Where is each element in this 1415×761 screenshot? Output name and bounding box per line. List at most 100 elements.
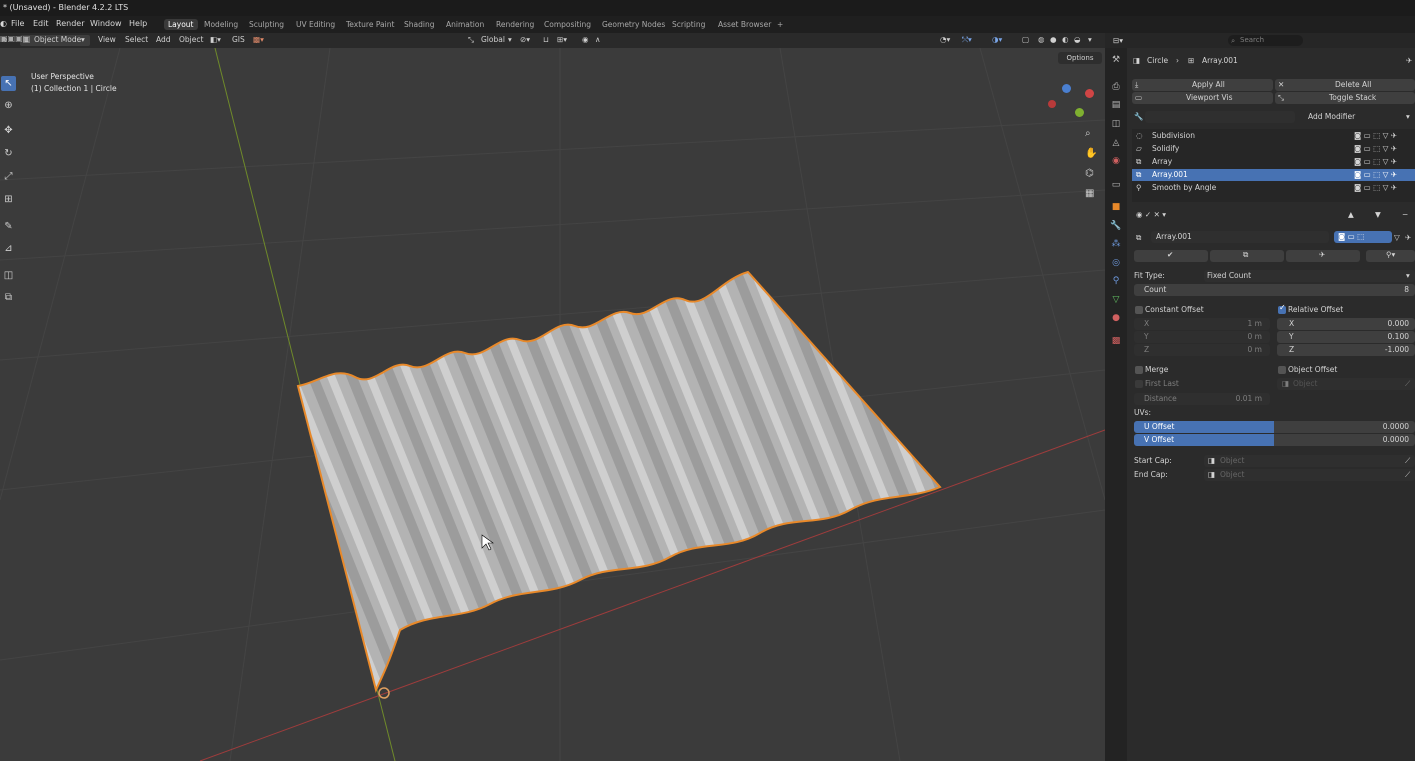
filter-icons[interactable]: ◉ ✓ ✕ ▾ bbox=[1136, 210, 1166, 219]
object-offset-checkbox[interactable] bbox=[1278, 366, 1286, 374]
gizmo-icon[interactable]: ⤲▾ bbox=[962, 35, 972, 45]
end-cap-field[interactable]: ◨ Object ⟋ bbox=[1204, 469, 1415, 481]
xray-icon[interactable]: ▢ bbox=[1022, 35, 1029, 44]
overlays-icon[interactable]: ◑▾ bbox=[992, 35, 1002, 44]
tool-tab-icon[interactable]: ⚒ bbox=[1110, 54, 1122, 66]
list-item[interactable]: ⧉ Array ◙ ▭ ⬚ ▽ ✈ bbox=[1132, 156, 1415, 168]
constant-offset-z[interactable]: Z 0 m bbox=[1134, 344, 1270, 356]
count-field[interactable]: Count 8 bbox=[1134, 284, 1415, 296]
shading-material-icon[interactable]: ◐ bbox=[1062, 35, 1069, 44]
snap-icon[interactable]: ⊔ bbox=[543, 35, 549, 44]
tab-animation[interactable]: Animation bbox=[446, 20, 484, 29]
u-offset-field[interactable]: U Offset 0.0000 bbox=[1134, 421, 1415, 433]
menu-select[interactable]: Select bbox=[125, 35, 148, 44]
add-cube-tool-icon[interactable]: ◫ bbox=[1, 268, 16, 283]
list-item[interactable]: ⧉ Array.001 ◙ ▭ ⬚ ▽ ✈ bbox=[1132, 169, 1415, 181]
edit-cage-icon[interactable]: ▽ bbox=[1394, 233, 1400, 242]
relative-offset-z[interactable]: Z -1.000 bbox=[1277, 344, 1415, 356]
modifier-tab-icon[interactable]: 🔧 bbox=[1110, 220, 1122, 232]
eyedropper-icon[interactable]: ⟋ bbox=[1405, 456, 1410, 466]
roof-tile-mesh[interactable] bbox=[296, 270, 942, 693]
visibility-toggle-icons[interactable]: ◙ ▭ ⬚ ▽ ✈ bbox=[1354, 157, 1397, 166]
search-input[interactable]: ⌕ Search bbox=[1228, 35, 1303, 46]
collection-tab-icon[interactable]: ▭ bbox=[1110, 179, 1122, 191]
scene-tab-icon[interactable]: ◬ bbox=[1110, 137, 1122, 149]
data-tab-icon[interactable]: ▽ bbox=[1110, 294, 1122, 306]
toggle-stack-button[interactable]: ⤡ Toggle Stack bbox=[1275, 92, 1415, 104]
neg-x-axis-icon[interactable] bbox=[1048, 100, 1056, 108]
visibility-toggle-icons[interactable]: ◙ ▭ ⬚ ▽ ✈ bbox=[1354, 144, 1397, 153]
v-offset-field[interactable]: V Offset 0.0000 bbox=[1134, 434, 1415, 446]
constant-offset-checkbox[interactable] bbox=[1135, 306, 1143, 314]
list-item[interactable]: ◌ Subdivision ◙ ▭ ⬚ ▽ ✈ bbox=[1132, 130, 1415, 142]
camera-view-icon[interactable]: ⌬ bbox=[1085, 168, 1094, 179]
tab-compositing[interactable]: Compositing bbox=[544, 20, 591, 29]
menu-object[interactable]: Object bbox=[179, 35, 203, 44]
start-cap-field[interactable]: ◨ Object ⟋ bbox=[1204, 455, 1415, 467]
orientation-dropdown[interactable]: Global bbox=[481, 35, 505, 44]
modifier-visibility-toggles[interactable]: ◙ ▭ ⬚ bbox=[1334, 231, 1392, 243]
constant-offset-x[interactable]: X 1 m bbox=[1134, 318, 1270, 330]
offset-object-field[interactable]: ◨ Object ⟋ bbox=[1277, 378, 1415, 390]
pivot-icon[interactable]: ⊘▾ bbox=[520, 35, 530, 44]
add-object-tool-icon[interactable]: ⧉ bbox=[1, 290, 16, 305]
breadcrumb-modifier[interactable]: Array.001 bbox=[1202, 56, 1238, 65]
tab-scripting[interactable]: Scripting bbox=[672, 20, 705, 29]
menu-render[interactable]: Render bbox=[56, 19, 84, 28]
cursor-tool-icon[interactable]: ⊕ bbox=[1, 98, 16, 113]
constant-offset-y[interactable]: Y 0 m bbox=[1134, 331, 1270, 343]
duplicate-button[interactable]: ⧉ bbox=[1210, 250, 1284, 262]
select-tool-icon[interactable]: ↖ bbox=[1, 76, 16, 91]
tab-asset-browser[interactable]: Asset Browser bbox=[718, 20, 771, 29]
viewport-vis-button[interactable]: ▭ Viewport Vis bbox=[1132, 92, 1273, 104]
editor-type-icon[interactable]: ⊟▾ bbox=[1113, 36, 1123, 45]
merge-checkbox[interactable] bbox=[1135, 366, 1143, 374]
apply-button[interactable]: ✔ bbox=[1134, 250, 1208, 262]
zoom-icon[interactable]: ⌕ bbox=[1085, 128, 1091, 139]
material-tab-icon[interactable]: ● bbox=[1110, 312, 1122, 324]
pan-hand-icon[interactable]: ✋ bbox=[1085, 148, 1097, 159]
annotate-tool-icon[interactable]: ✎ bbox=[1, 219, 16, 234]
copy-to-selected-button[interactable]: ✈ bbox=[1286, 250, 1360, 262]
remove-icon[interactable]: − bbox=[1402, 210, 1408, 219]
menu-edit[interactable]: Edit bbox=[33, 19, 49, 28]
blender-logo-icon[interactable]: ◐ bbox=[0, 19, 7, 28]
merge-distance-field[interactable]: Distance 0.01 m bbox=[1134, 393, 1270, 405]
shading-options-icon[interactable]: ▾ bbox=[1088, 35, 1092, 44]
transform-tool-icon[interactable]: ⊞ bbox=[1, 192, 16, 207]
world-tab-icon[interactable]: ◉ bbox=[1110, 155, 1122, 167]
z-axis-icon[interactable] bbox=[1062, 84, 1071, 93]
relative-offset-y[interactable]: Y 0.100 bbox=[1277, 331, 1415, 343]
ortho-grid-icon[interactable]: ▦ bbox=[1085, 188, 1094, 199]
tab-texture-paint[interactable]: Texture Paint bbox=[346, 20, 394, 29]
relative-offset-checkbox[interactable] bbox=[1278, 303, 1286, 314]
gis-icon[interactable]: ▩▾ bbox=[253, 35, 264, 44]
tab-uv-editing[interactable]: UV Editing bbox=[296, 20, 335, 29]
tab-geometry-nodes[interactable]: Geometry Nodes bbox=[602, 20, 665, 29]
view-layer-tab-icon[interactable]: ◫ bbox=[1110, 118, 1122, 130]
modifier-name-field[interactable]: Array.001 bbox=[1151, 231, 1329, 243]
object-tab-icon[interactable]: ■ bbox=[1110, 201, 1122, 213]
eyedropper-icon[interactable]: ⟋ bbox=[1405, 379, 1410, 389]
options-button[interactable]: Options bbox=[1058, 52, 1102, 64]
menu-help[interactable]: Help bbox=[129, 19, 147, 28]
falloff-icon[interactable]: ∧ bbox=[595, 35, 601, 44]
particles-tab-icon[interactable]: ⁂ bbox=[1110, 238, 1122, 250]
move-up-icon[interactable]: ▲ bbox=[1348, 210, 1354, 219]
visibility-icon[interactable]: ◔▾ bbox=[940, 35, 950, 44]
eyedropper-icon[interactable]: ⟋ bbox=[1405, 470, 1410, 480]
rotate-tool-icon[interactable]: ↻ bbox=[1, 146, 16, 161]
menu-view[interactable]: View bbox=[98, 35, 116, 44]
menu-window[interactable]: Window bbox=[90, 19, 122, 28]
add-modifier-button[interactable]: Add Modifier ▾ bbox=[1298, 111, 1415, 123]
x-axis-icon[interactable] bbox=[1085, 89, 1094, 98]
y-axis-icon[interactable] bbox=[1075, 108, 1084, 117]
list-item[interactable]: ⚲ Smooth by Angle ◙ ▭ ⬚ ▽ ✈ bbox=[1132, 182, 1415, 194]
fit-type-dropdown[interactable]: Fixed Count ▾ bbox=[1204, 270, 1415, 282]
menu-add[interactable]: Add bbox=[156, 35, 171, 44]
object-data-icon[interactable]: ◧▾ bbox=[210, 35, 221, 44]
texture-tab-icon[interactable]: ▩ bbox=[1110, 335, 1122, 347]
tab-sculpting[interactable]: Sculpting bbox=[249, 20, 284, 29]
constraints-tab-icon[interactable]: ⚲ bbox=[1110, 275, 1122, 287]
extras-button[interactable]: ⚲▾ bbox=[1366, 250, 1415, 262]
